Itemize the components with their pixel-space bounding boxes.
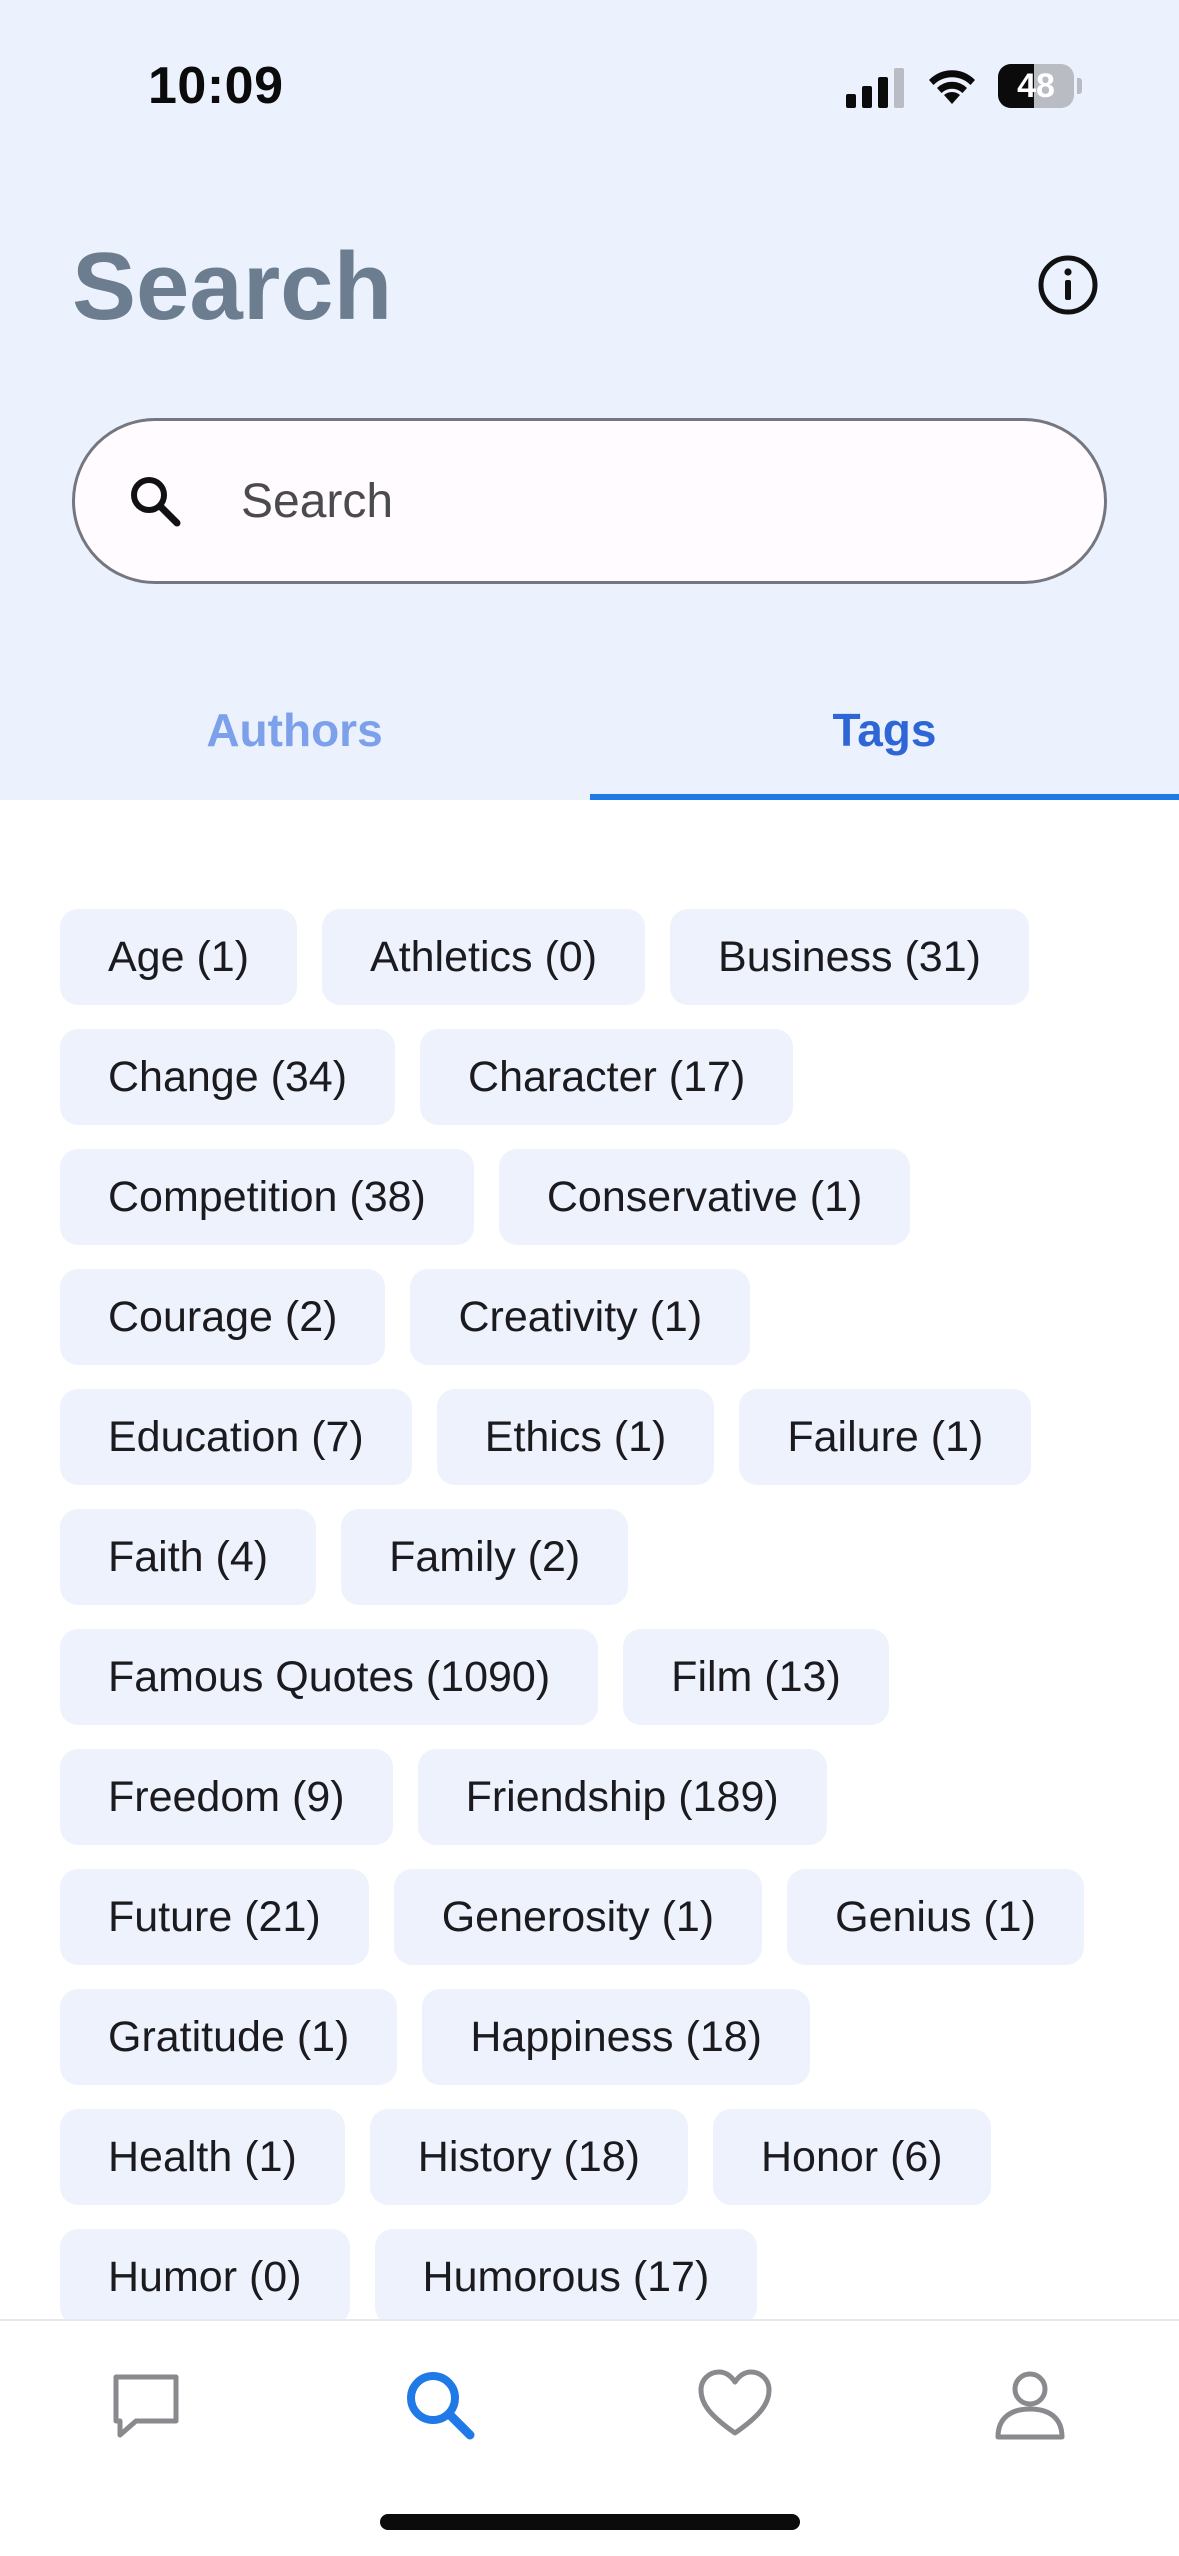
battery-percent: 48	[1017, 67, 1055, 105]
tab-tags[interactable]: Tags	[590, 690, 1179, 800]
tag-chip-list: Age (1) Athletics (0) Business (31) Chan…	[60, 909, 1120, 2319]
tag-chip[interactable]: Faith (4)	[60, 1509, 317, 1605]
battery-icon: 48	[998, 64, 1082, 108]
chip-row: Competition (38) Conservative (1)	[60, 1149, 1120, 1245]
tag-chip[interactable]: Conservative (1)	[498, 1149, 911, 1245]
chip-row: Age (1) Athletics (0) Business (31)	[60, 909, 1120, 1005]
status-time: 10:09	[148, 57, 284, 115]
search-icon	[131, 477, 181, 527]
tag-chip[interactable]: Happiness (18)	[422, 1989, 810, 2085]
tag-chip[interactable]: Honor (6)	[713, 2109, 991, 2205]
tag-chip[interactable]: Family (2)	[341, 1509, 629, 1605]
tag-chip[interactable]: Character (17)	[420, 1029, 794, 1125]
tag-chip[interactable]: Creativity (1)	[410, 1269, 751, 1365]
tag-chip[interactable]: Gratitude (1)	[60, 1989, 398, 2085]
chip-row: Faith (4) Family (2)	[60, 1509, 1120, 1605]
chip-row: Health (1) History (18) Honor (6)	[60, 2109, 1120, 2205]
tag-chip[interactable]: Courage (2)	[60, 1269, 386, 1365]
chat-bubble-icon[interactable]	[106, 2365, 186, 2445]
chip-row: Gratitude (1) Happiness (18)	[60, 1989, 1120, 2085]
search-input[interactable]	[241, 461, 1041, 541]
tag-chip[interactable]: Freedom (9)	[60, 1749, 393, 1845]
search-bar[interactable]	[72, 418, 1107, 584]
chip-row: Famous Quotes (1090) Film (13)	[60, 1629, 1120, 1725]
tag-chip[interactable]: Age (1)	[60, 909, 298, 1005]
tag-chip[interactable]: Future (21)	[60, 1869, 369, 1965]
heart-icon[interactable]	[695, 2365, 775, 2445]
tag-chip[interactable]: Athletics (0)	[322, 909, 646, 1005]
tag-chip[interactable]: Education (7)	[60, 1389, 412, 1485]
search-icon[interactable]	[400, 2365, 480, 2445]
tag-chip[interactable]: Film (13)	[623, 1629, 889, 1725]
chip-row: Education (7) Ethics (1) Failure (1)	[60, 1389, 1120, 1485]
tag-chip[interactable]: Ethics (1)	[436, 1389, 715, 1485]
status-bar: 10:09 48	[0, 0, 1179, 175]
tag-chip[interactable]: Failure (1)	[739, 1389, 1032, 1485]
tag-chip[interactable]: Humor (0)	[60, 2229, 350, 2319]
tag-chip[interactable]: Friendship (189)	[417, 1749, 827, 1845]
tag-chip[interactable]: History (18)	[369, 2109, 688, 2205]
cellular-signal-icon	[846, 68, 904, 108]
chip-row: Future (21) Generosity (1) Genius (1)	[60, 1869, 1120, 1965]
tag-chip[interactable]: Change (34)	[60, 1029, 396, 1125]
info-icon[interactable]	[1036, 253, 1100, 317]
tag-chip[interactable]: Humorous (17)	[374, 2229, 758, 2319]
tab-selected-indicator	[590, 794, 1179, 800]
page-title: Search	[72, 233, 393, 340]
tag-chip[interactable]: Generosity (1)	[393, 1869, 763, 1965]
tag-chip[interactable]: Health (1)	[60, 2109, 345, 2205]
tag-chip[interactable]: Genius (1)	[787, 1869, 1084, 1965]
tag-chip[interactable]: Competition (38)	[60, 1149, 474, 1245]
home-indicator	[380, 2514, 800, 2530]
wifi-icon	[929, 70, 975, 104]
tag-chip[interactable]: Famous Quotes (1090)	[60, 1629, 599, 1725]
chip-row: Change (34) Character (17)	[60, 1029, 1120, 1125]
chip-row: Freedom (9) Friendship (189)	[60, 1749, 1120, 1845]
chip-row: Humor (0) Humorous (17)	[60, 2229, 1120, 2319]
tab-authors[interactable]: Authors	[0, 690, 589, 800]
person-icon[interactable]	[990, 2365, 1070, 2445]
tag-chip[interactable]: Business (31)	[670, 909, 1029, 1005]
chip-row: Courage (2) Creativity (1)	[60, 1269, 1120, 1365]
